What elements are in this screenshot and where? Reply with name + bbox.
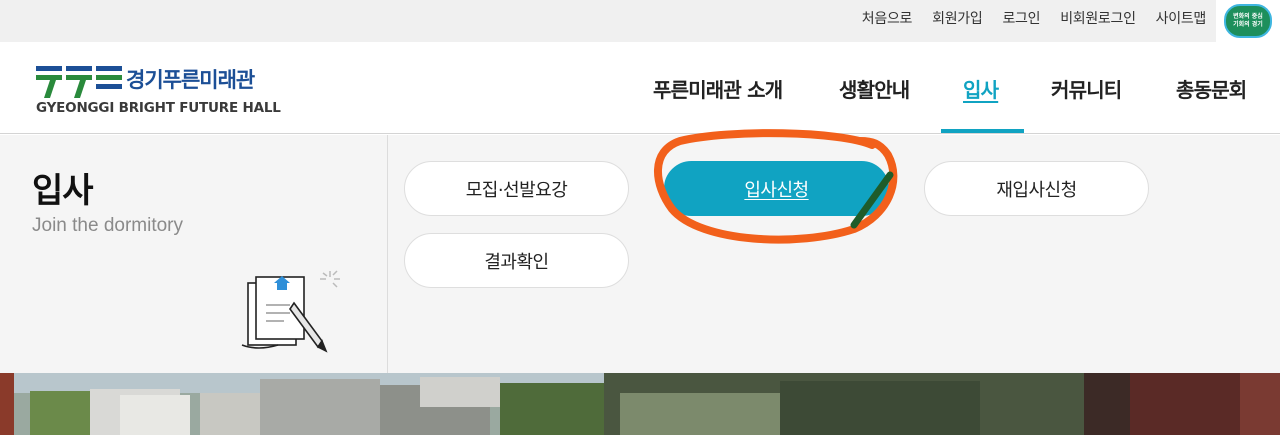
logo-mark-icon <box>36 66 122 98</box>
util-guest-login-link[interactable]: 비회원로그인 <box>1060 8 1136 28</box>
gyeonggi-badge-area: 변화의 중심 기회의 경기 <box>1216 0 1280 42</box>
submenu-subtitle: Join the dormitory <box>32 215 184 236</box>
badge-line2: 기회의 경기 <box>1233 21 1263 28</box>
submenu-result-check-button[interactable]: 결과확인 <box>404 233 629 288</box>
submenu-title: 입사 <box>32 171 94 211</box>
nav-item-community[interactable]: 커뮤니티 <box>1051 42 1122 134</box>
util-home-link[interactable]: 처음으로 <box>862 8 913 28</box>
logo-korean-text: 경기푸른미래관 <box>126 68 255 92</box>
util-signup-link[interactable]: 회원가입 <box>932 8 983 28</box>
nav-item-intro[interactable]: 푸른미래관 소개 <box>653 42 783 134</box>
submenu-apply-button[interactable]: 입사신청 <box>664 161 889 216</box>
site-logo[interactable]: 경기푸른미래관 GYEONGGI BRIGHT FUTURE HALL <box>36 64 281 118</box>
nav-active-indicator <box>941 129 1024 133</box>
nav-item-alumni[interactable]: 총동문회 <box>1176 42 1247 134</box>
logo-english-text: GYEONGGI BRIGHT FUTURE HALL <box>36 100 281 116</box>
util-login-link[interactable]: 로그인 <box>1002 8 1040 28</box>
nav-item-living-guide[interactable]: 생활안내 <box>839 42 910 134</box>
badge-line1: 변화의 중심 <box>1233 13 1263 20</box>
hero-photo-strip <box>0 373 1280 435</box>
utility-bar: 처음으로 회원가입 로그인 비회원로그인 사이트맵 변화의 중심 기회의 경기 <box>0 0 1280 42</box>
submenu-divider <box>387 135 388 373</box>
utility-links: 처음으로 회원가입 로그인 비회원로그인 사이트맵 <box>842 0 1207 36</box>
util-sitemap-link[interactable]: 사이트맵 <box>1156 8 1207 28</box>
site-header: 경기푸른미래관 GYEONGGI BRIGHT FUTURE HALL 푸른미래… <box>0 42 1280 134</box>
nav-item-admission[interactable]: 입사 <box>963 42 999 134</box>
submenu-panel: 입사 Join the dormitory 모집·선발요강 입사신청 재입사신청… <box>0 135 1280 373</box>
submenu-reapply-button[interactable]: 재입사신청 <box>924 161 1149 216</box>
submenu-recruitment-guide-button[interactable]: 모집·선발요강 <box>404 161 629 216</box>
gyeonggi-badge[interactable]: 변화의 중심 기회의 경기 <box>1224 4 1272 38</box>
document-pen-icon <box>241 270 340 353</box>
